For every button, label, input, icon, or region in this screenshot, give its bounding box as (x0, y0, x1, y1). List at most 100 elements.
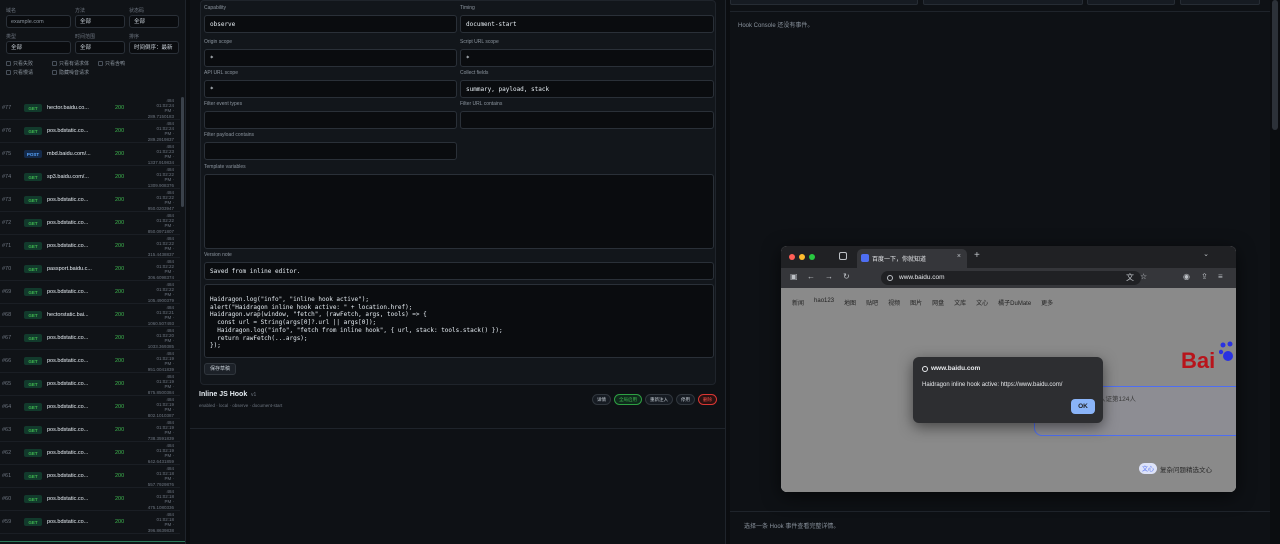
table-row[interactable]: #68 GET hectorstatic.bai... 200 484 01:02:21 P… (0, 304, 180, 327)
back-icon[interactable]: ← (807, 272, 815, 281)
method-select[interactable]: 全部 (75, 15, 125, 28)
sort-select[interactable]: 时间倒序：最新 (129, 41, 179, 54)
baidu-nav-link[interactable]: 视频 (888, 298, 900, 307)
new-tab-icon[interactable]: + (974, 250, 980, 261)
console-scrollbar[interactable] (1272, 0, 1278, 130)
request-host: hectorstatic.bai... (47, 312, 89, 318)
disable-button[interactable]: 停用 (676, 394, 695, 405)
browser-tab[interactable]: 百度一下，你就知道 × (857, 249, 967, 268)
type-select[interactable]: 全部 (6, 41, 71, 54)
check-has-hook[interactable]: 只看含鸭 (98, 60, 138, 67)
baidu-nav-link[interactable]: 图片 (910, 298, 922, 307)
close-window-icon[interactable] (789, 254, 795, 260)
ai-entry[interactable]: 文心 复杂问题精选文心 (1139, 463, 1212, 474)
check-slow[interactable]: 只看慢请 (6, 69, 46, 76)
table-row[interactable]: #77 GET hector.baidu.co... 200 484 01:02:24 PM… (0, 97, 180, 120)
table-row[interactable]: #73 GET pos.bdstatic.co... 200 484 01:02:22 PM… (0, 189, 180, 212)
table-row[interactable]: #65 GET pos.bdstatic.co... 200 484 01:02:19 PM… (0, 373, 180, 396)
tab-search-icon[interactable] (839, 252, 847, 260)
baidu-nav-link[interactable]: hao123 (814, 298, 834, 307)
origin-label: Origin scope (204, 39, 233, 45)
check-hide-noise[interactable]: 隐藏噪音请求 (52, 69, 122, 76)
baidu-nav-link[interactable]: 贴吧 (866, 298, 878, 307)
script-field[interactable]: * (460, 49, 714, 67)
address-bar[interactable]: www.baidu.com (881, 271, 1141, 285)
table-row[interactable]: #75 POST mbd.baidu.com/... 200 484 01:02:23 PM… (0, 143, 180, 166)
request-meta: 484 01:02:24 PM · 289.2919837 (147, 121, 174, 142)
timing-field[interactable]: document-start (460, 15, 714, 33)
chevron-down-icon[interactable]: ⌄ (1203, 250, 1209, 258)
baidu-nav-link[interactable]: 橘子DuMate (998, 298, 1031, 307)
reload-icon[interactable]: ↻ (843, 272, 850, 281)
global-enable-button[interactable]: 全局启用 (614, 394, 642, 405)
share-icon[interactable]: ⇪ (1201, 272, 1208, 281)
domain-input[interactable]: example.com (6, 15, 71, 28)
table-row[interactable]: #67 GET pos.bdstatic.co... 200 484 01:02:20 PM… (0, 327, 180, 350)
baidu-nav-link[interactable]: 新闻 (792, 298, 804, 307)
alert-message: Haidragon inline hook active: https://ww… (922, 382, 1063, 388)
filter-payload-field[interactable] (204, 142, 457, 160)
star-icon[interactable]: ☆ (1140, 272, 1147, 281)
baidu-nav-link[interactable]: 文心 (976, 298, 988, 307)
console-tab[interactable] (730, 0, 918, 5)
browser-tab-title: 百度一下，你就知道 (872, 257, 927, 263)
check-has-body[interactable]: 只看有请求体 (52, 60, 92, 67)
version-field[interactable]: Saved from inline editor. (204, 262, 714, 280)
filter-url-field[interactable] (460, 111, 714, 129)
status-code: 200 (115, 128, 125, 134)
save-draft-button[interactable]: 保存草稿 (204, 363, 237, 375)
status-select[interactable]: 全部 (129, 15, 179, 28)
table-row[interactable]: #63 GET pos.bdstatic.co... 200 484 01:02:19 PM… (0, 419, 180, 442)
baidu-nav-link[interactable]: 地图 (844, 298, 856, 307)
sidebar-toggle-icon[interactable]: ▣ (790, 272, 798, 281)
close-tab-icon[interactable]: × (957, 253, 961, 260)
origin-field[interactable]: * (204, 49, 457, 67)
collect-field[interactable]: summary, payload, stack (460, 80, 714, 98)
console-tab[interactable] (923, 0, 1083, 5)
table-row[interactable]: #70 GET passport.baidu.c... 200 484 01:02:22 P… (0, 258, 180, 281)
console-tab[interactable] (1180, 0, 1260, 5)
filter-event-field[interactable] (204, 111, 457, 129)
ok-button[interactable]: OK (1071, 399, 1095, 414)
baidu-nav-link[interactable]: 更多 (1041, 298, 1053, 307)
request-host: pos.bdstatic.co... (47, 335, 89, 341)
table-row[interactable]: #64 GET pos.bdstatic.co... 200 484 01:02:19 PM… (0, 396, 180, 419)
menu-icon[interactable]: ≡ (1218, 272, 1223, 281)
table-row[interactable]: #71 GET pos.bdstatic.co... 200 484 01:02:22 PM… (0, 235, 180, 258)
request-meta: 484 01:02:19 PM · 951.0041839 (147, 351, 174, 372)
api-field[interactable]: * (204, 80, 457, 98)
filter-payload-label: Filter payload contains (204, 132, 255, 138)
table-row[interactable]: #59 GET pos.bdstatic.co... 200 484 01:02:18 PM… (0, 511, 180, 534)
table-row[interactable]: #60 GET pos.bdstatic.co... 200 484 01:02:18 PM… (0, 488, 180, 511)
request-host: pos.bdstatic.co... (47, 519, 89, 525)
forward-icon[interactable]: → (825, 272, 833, 281)
time-select[interactable]: 全部 (75, 41, 125, 54)
delete-button[interactable]: 删除 (698, 394, 717, 405)
template-textarea[interactable] (204, 174, 714, 249)
baidu-nav-link[interactable]: 网盘 (932, 298, 944, 307)
check-failed[interactable]: 只看失败 (6, 60, 46, 67)
profile-icon[interactable]: ◉ (1183, 272, 1190, 281)
site-info-icon[interactable] (887, 275, 893, 281)
table-row[interactable]: #72 GET pos.bdstatic.co... 200 484 01:02:22 PM… (0, 212, 180, 235)
request-id: #66 (2, 358, 12, 364)
table-row[interactable]: #61 GET pos.bdstatic.co... 200 484 01:02:18 PM… (0, 465, 180, 488)
baidu-nav-link[interactable]: 文库 (954, 298, 966, 307)
table-row[interactable]: #74 GET sp3.baidu.com/... 200 484 01:02:22 PM … (0, 166, 180, 189)
minimize-window-icon[interactable] (799, 254, 805, 260)
maximize-window-icon[interactable] (809, 254, 815, 260)
table-row[interactable]: #62 GET pos.bdstatic.co... 200 484 01:02:19 PM… (0, 442, 180, 465)
table-row[interactable]: #66 GET pos.bdstatic.co... 200 484 01:02:19 PM… (0, 350, 180, 373)
details-button[interactable]: 详情 (592, 394, 611, 405)
translate-icon[interactable]: 文 (1126, 272, 1134, 283)
capability-field[interactable]: observe (204, 15, 457, 33)
console-tab[interactable] (1087, 0, 1175, 5)
status-code: 200 (115, 519, 125, 525)
capability-label: Capability (204, 5, 226, 11)
request-list-scrollbar[interactable] (181, 97, 184, 207)
reinject-button[interactable]: 重新注入 (645, 394, 673, 405)
table-row[interactable]: #76 GET pos.bdstatic.co... 200 484 01:02:24 PM… (0, 120, 180, 143)
request-list-panel: 域名 example.com 方法 全部 状态码 全部 类型 全部 时间范围 全… (0, 0, 186, 544)
table-row[interactable]: #69 GET pos.bdstatic.co... 200 484 01:02:22 PM… (0, 281, 180, 304)
code-editor[interactable]: Haidragon.log("info", "inline hook activ… (204, 284, 714, 358)
